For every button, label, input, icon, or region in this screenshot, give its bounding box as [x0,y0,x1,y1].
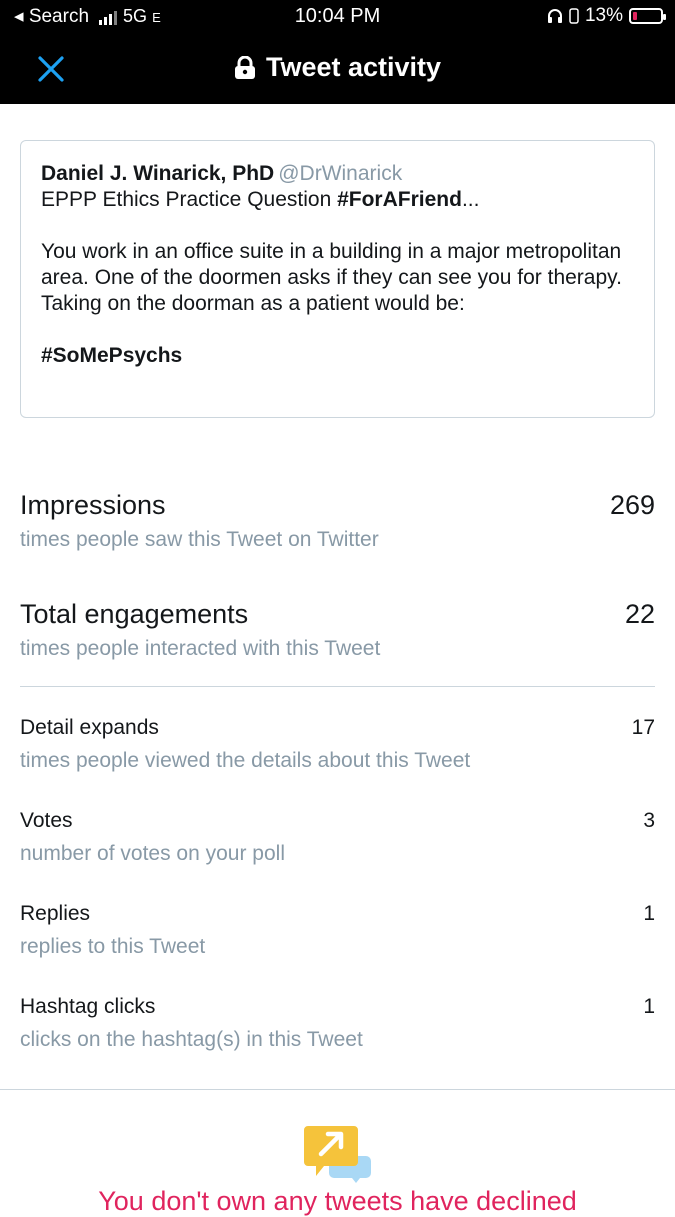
metric-description: clicks on the hashtag(s) in this Tweet [20,1028,363,1051]
rotation-lock-icon [569,8,579,24]
metric-description: times people interacted with this Tweet [20,637,381,660]
headphones-icon [547,9,562,23]
metric-description: times people viewed the details about th… [20,749,471,772]
page-title-wrap: Tweet activity [0,52,675,83]
lock-icon [234,55,255,79]
battery-icon [629,8,666,24]
metric-impressions: Impressions times people saw this Tweet … [20,490,655,560]
tweet-hashtag: #SoMePsychs [41,344,183,367]
tweet-line1-hashtag: #ForAFriend [337,188,462,211]
metric-value: 22 [624,599,655,629]
battery-percent: 13% [584,5,623,26]
section-divider [0,1089,675,1090]
tweet-header: Daniel J. Winarick, PhD @DrWinarick [41,161,634,187]
nav-bar: Tweet activity [0,34,675,104]
page-title: Tweet activity [265,52,442,82]
metric-description: times people saw this Tweet on Twitter [20,528,379,551]
promo-message: You don't own any tweets have declined [98,1186,577,1216]
metric-label: Hashtag clicks [20,995,156,1018]
tweet-line1-ellipsis: ... [461,188,480,211]
tweet-body: You work in an office suite in a buildin… [41,240,622,315]
status-bar: ◂ Search 5G E 10:04 PM 13% [0,0,675,34]
tweet-author: Daniel J. Winarick, PhD [41,162,275,185]
section-divider [20,686,655,687]
metric-value: 1 [643,995,655,1018]
status-right: 13% [547,5,666,27]
tweet-line1-text: EPPP Ethics Practice Question [41,188,338,211]
metric-value: 269 [609,490,655,520]
metric-value: 3 [643,809,655,832]
metric-hashtag-clicks: Hashtag clicks clicks on the hashtag(s) … [20,995,655,1055]
metric-total-engagements: Total engagements times people interacte… [20,599,655,669]
top-bar: ◂ Search 5G E 10:04 PM 13% Tweet activit… [0,0,675,104]
tweet-handle: @DrWinarick [278,162,403,185]
metric-label: Replies [20,902,91,925]
tweet-first-line: EPPP Ethics Practice Question #ForAFrien… [41,187,634,213]
metric-value: 17 [631,716,655,739]
metric-detail-expands: Detail expands times people viewed the d… [20,716,655,776]
metric-votes: Votes number of votes on your poll 3 [20,809,655,869]
metric-description: number of votes on your poll [20,842,285,865]
metric-description: replies to this Tweet [20,935,206,958]
metric-value: 1 [643,902,655,925]
promote-tweet-icon [304,1126,371,1183]
metric-label: Total engagements [20,599,249,629]
tweet-card[interactable]: Daniel J. Winarick, PhD @DrWinarick EPPP … [20,140,655,418]
metric-label: Impressions [20,490,166,520]
metric-label: Votes [20,809,73,832]
metric-replies: Replies replies to this Tweet 1 [20,902,655,962]
metric-label: Detail expands [20,716,159,739]
